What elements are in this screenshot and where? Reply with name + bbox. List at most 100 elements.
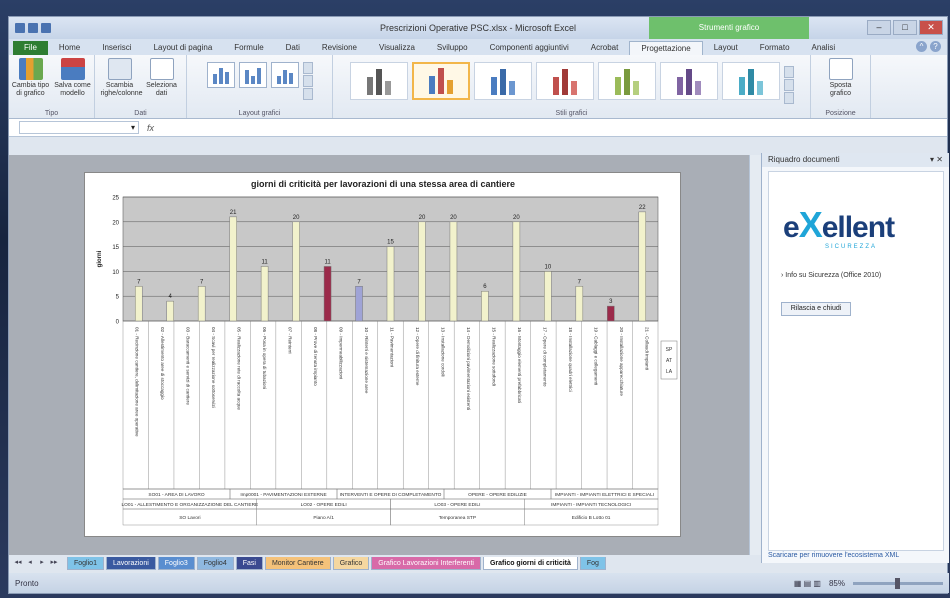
zoom-slider[interactable] [853, 577, 943, 589]
close-button[interactable]: ✕ [919, 20, 943, 35]
group-layouts-label: Layout grafici [238, 110, 281, 117]
formula-bar: ▾ fx [9, 119, 947, 137]
close-pane-icon[interactable]: ▾ ✕ [930, 155, 943, 165]
tab-data[interactable]: Dati [275, 41, 311, 55]
legend-entry: LA [666, 369, 673, 375]
switch-row-column-button[interactable]: Scambia righe/colonne [101, 58, 143, 98]
category-label: 13 - Installazione cordoli [440, 327, 445, 377]
sheet-tab[interactable]: Foglio1 [67, 556, 104, 570]
sheet-tab[interactable]: Grafico [332, 556, 370, 570]
category-label: 08 - Prove di tenuta impianto [313, 327, 318, 386]
redo-icon[interactable] [41, 23, 51, 33]
pane-footer-link[interactable]: Scaricare per rimuovere l'ecosistema XML [768, 552, 899, 559]
data-label: 20 [419, 215, 426, 221]
sheet-tab[interactable]: Grafico Lavorazioni Interferenti [371, 556, 481, 570]
tab-insert[interactable]: Inserisci [91, 41, 142, 55]
tab-acrobat[interactable]: Acrobat [580, 41, 630, 55]
fx-icon[interactable]: fx [147, 123, 154, 133]
layouts-scroll[interactable] [302, 62, 313, 100]
name-box[interactable]: ▾ [19, 121, 139, 134]
chart-type-icon [18, 58, 43, 80]
minimize-button[interactable]: – [867, 20, 891, 35]
style-option-3[interactable] [473, 62, 532, 100]
bar [449, 221, 458, 322]
bar [544, 271, 552, 322]
category-label: 17 - Opere di completamento [542, 327, 547, 387]
tab-review[interactable]: Revisione [311, 41, 368, 55]
styles-scroll[interactable] [783, 66, 794, 104]
chart-area[interactable]: giorni di criticità per lavorazioni di u… [84, 172, 681, 537]
layout-option-1[interactable] [206, 62, 235, 88]
help-icon[interactable]: ? [930, 41, 941, 52]
chart-work-area: giorni di criticità per lavorazioni di u… [9, 155, 749, 555]
layout-option-3[interactable] [270, 62, 299, 88]
sheet-tab[interactable]: Monitor Cantiere [264, 556, 331, 570]
collapse-ribbon-icon[interactable]: ^ [916, 41, 927, 52]
tab-file[interactable]: File [13, 41, 48, 55]
chart-svg: giorni di criticità per lavorazioni di u… [97, 179, 678, 526]
sheet-tab[interactable]: Fog [579, 556, 606, 570]
style-option-1[interactable] [349, 62, 408, 100]
release-button[interactable]: Rilascia e chiudi [781, 302, 851, 316]
tab-home[interactable]: Home [48, 41, 91, 55]
maximize-button[interactable]: □ [893, 20, 917, 35]
group-row2-label: LO03 - OPERE EDILI [434, 502, 480, 508]
style-option-2[interactable] [411, 62, 470, 100]
save-template-button[interactable]: Salva come modello [54, 58, 92, 98]
prev-sheet-icon[interactable]: ◂ [25, 558, 35, 568]
tab-analysis[interactable]: Analisi [801, 41, 847, 55]
move-chart-button[interactable]: Sposta grafico [822, 58, 860, 98]
sheet-tab[interactable]: Lavorazioni [105, 556, 156, 570]
sheet-tab-active[interactable]: Grafico giorni di criticità [482, 556, 578, 570]
group-data-label: Dati [134, 110, 147, 117]
group-row1-label: INTERVENTI E OPERE DI COMPLETAMENTO [340, 492, 442, 498]
group-row3-label: Piano A/1 [313, 515, 334, 521]
tab-view[interactable]: Visualizza [368, 41, 426, 55]
group-row1-label: OPERE - OPERE EDILIZIE [468, 492, 527, 498]
info-link[interactable]: › Info su Sicurezza (Office 2010) [781, 272, 881, 279]
vertical-scrollbar[interactable] [749, 155, 761, 555]
tab-addins[interactable]: Componenti aggiuntivi [479, 41, 580, 55]
tab-formulas[interactable]: Formule [223, 41, 274, 55]
y-tick-label: 20 [112, 220, 119, 226]
tab-format[interactable]: Formato [749, 41, 801, 55]
bar [575, 286, 584, 322]
view-buttons[interactable]: ▦ ▤ ▥ [794, 579, 821, 588]
data-label: 20 [450, 215, 457, 221]
save-icon[interactable] [15, 23, 25, 33]
change-chart-type-button[interactable]: Cambia tipo di grafico [12, 58, 50, 98]
sheet-tab[interactable]: Foglio3 [157, 556, 195, 570]
y-tick-label: 0 [116, 320, 120, 326]
group-row2-label: LO01 - ALLESTIMENTO E ORGANIZZAZIONE DEL… [122, 502, 259, 508]
layout-option-2[interactable] [238, 62, 267, 88]
tab-developer[interactable]: Sviluppo [426, 41, 479, 55]
group-chart-styles: Stili grafici [333, 55, 811, 118]
last-sheet-icon[interactable]: ▸▸ [49, 558, 59, 568]
y-tick-label: 15 [112, 245, 119, 251]
ribbon-tab-icons: ^ ? [916, 41, 941, 52]
legend-entry: AT [666, 358, 672, 364]
sheet-tab[interactable]: Fasi [235, 556, 263, 570]
category-label: 05 - Realizzazione rete di raccolta acqu… [237, 327, 242, 410]
tab-design[interactable]: Progettazione [629, 41, 703, 55]
style-option-5[interactable] [597, 62, 656, 100]
style-option-7[interactable] [721, 62, 780, 100]
group-location: Sposta grafico Posizione [811, 55, 871, 118]
group-row3-label: Edificio B Lotto 01 [572, 515, 611, 521]
style-option-4[interactable] [535, 62, 594, 100]
tab-page-layout[interactable]: Layout di pagina [143, 41, 224, 55]
group-type-label: Tipo [44, 110, 59, 117]
next-sheet-icon[interactable]: ▸ [37, 558, 47, 568]
style-option-6[interactable] [659, 62, 718, 100]
first-sheet-icon[interactable]: ◂◂ [13, 558, 23, 568]
tab-layout[interactable]: Layout [703, 41, 749, 55]
select-data-button[interactable]: Seleziona dati [143, 58, 181, 98]
zoom-level[interactable]: 85% [829, 579, 845, 588]
data-label: 15 [387, 240, 394, 246]
undo-icon[interactable] [28, 23, 38, 33]
sheet-tab[interactable]: Foglio4 [196, 556, 234, 570]
y-tick-label: 25 [112, 196, 119, 202]
category-label: 01 - Recinzione cantiere, delimitazione … [135, 327, 140, 437]
ribbon: Cambia tipo di grafico Salva come modell… [9, 55, 947, 119]
excel-window: Prescrizioni Operative PSC.xlsx - Micros… [8, 16, 949, 594]
